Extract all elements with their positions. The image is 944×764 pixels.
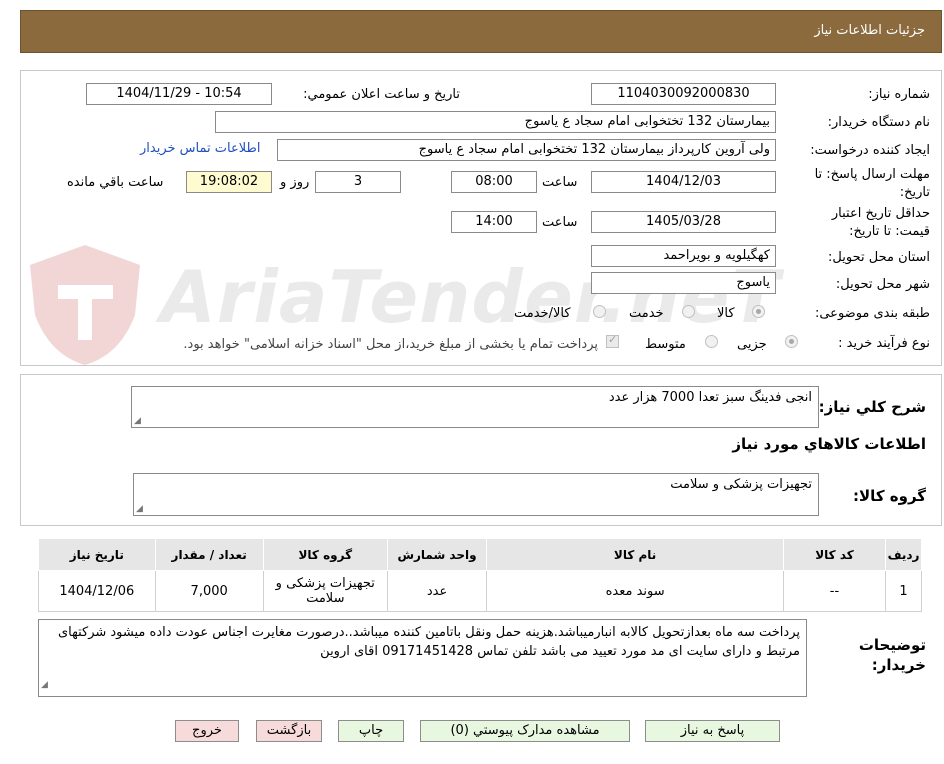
cell-quantity: 7,000 [154,570,264,612]
table-header-row: رديف کد کالا نام کالا واحد شمارش گروه کا… [38,538,922,571]
remaining-label: ساعت باقي مانده [67,175,164,190]
cell-name: سوند معده [486,570,784,612]
price-validity-label-text: حداقل تاريخ اعتبار قيمت: تا تاريخ: [831,206,930,239]
col-code: کد کالا [782,538,887,571]
radio-medium[interactable] [705,335,718,348]
radio-minor[interactable] [785,335,798,348]
notes-label-text: توضيحات خريدار: [858,636,926,674]
notes-textarea[interactable]: پرداخت سه ماه بعدازتحویل کالابه انبارمیب… [38,619,807,697]
announce-label: تاريخ و ساعت اعلان عمومي: [303,87,460,102]
col-name: نام کالا [486,538,784,571]
print-button[interactable]: چاپ [338,720,404,742]
requester-field[interactable]: ولی آروین کارپرداز بیمارستان 132 تختخواب… [277,139,776,161]
need-number-field[interactable]: 1104030092000830 [591,83,776,105]
summary-label: شرح کلي نياز: [818,398,926,416]
province-field[interactable]: کهگیلویه و بویراحمد [591,245,776,267]
price-validity-label: حداقل تاريخ اعتبار قيمت: تا تاريخ: [800,205,930,241]
days-label: روز و [280,175,310,190]
col-need-date: تاريخ نياز [38,538,156,571]
resize-grip-icon: ◢ [136,504,143,514]
price-validity-date-field[interactable]: 1405/03/28 [591,211,776,233]
price-validity-time-label: ساعت [542,215,578,230]
radio-goods-label: کالا [717,306,735,321]
items-heading: اطلاعات کالاهاي مورد نياز [732,435,926,453]
attachments-button[interactable]: مشاهده مدارک پيوستي (0) [420,720,630,742]
resize-grip-icon: ◢ [41,680,48,690]
page-header: جزئيات اطلاعات نياز [20,10,942,53]
category-label: طبقه بندی موضوعی: [814,306,930,321]
radio-service-label: خدمت [629,306,664,321]
cell-row: 1 [885,570,922,612]
buyer-org-label: نام دستگاه خريدار: [827,115,930,130]
radio-goods-service[interactable] [593,305,606,318]
items-table: رديف کد کالا نام کالا واحد شمارش گروه کا… [38,538,922,612]
reply-button[interactable]: پاسخ به نياز [645,720,780,742]
notes-label: توضيحات خريدار: [846,635,926,675]
group-textarea[interactable]: تجهیزات پزشکی و سلامت ◢ [133,473,819,516]
deadline-time-label: ساعت [542,175,578,190]
radio-service[interactable] [682,305,695,318]
deadline-date-field[interactable]: 1404/12/03 [591,171,776,193]
resize-grip-icon: ◢ [134,416,141,426]
group-label: گروه کالا: [853,487,926,505]
deadline-label: مهلت ارسال پاسخ: تا تاريخ: [800,166,930,202]
price-validity-time-field[interactable]: 14:00 [451,211,537,233]
cell-group: تجهیزات پزشکی و سلامت [262,570,388,612]
back-button[interactable]: بازگشت [256,720,322,742]
process-label: نوع فرآيند خريد : [838,336,930,351]
col-row: رديف [885,538,922,571]
payment-note: پرداخت تمام يا بخشی از مبلغ خريد،از محل … [183,337,598,352]
group-text: تجهیزات پزشکی و سلامت [670,477,812,492]
notes-text: پرداخت سه ماه بعدازتحویل کالابه انبارمیب… [57,625,800,659]
radio-minor-label: جزیی [737,337,767,352]
city-label: شهر محل تحويل: [835,277,930,292]
need-number-label: شماره نياز: [868,87,930,102]
radio-goods[interactable] [752,305,765,318]
cell-code: -- [782,570,887,612]
city-field[interactable]: یاسوج [591,272,776,294]
summary-textarea[interactable]: انجی فدینگ سبز تعدا 7000 هزار عدد ◢ [131,386,819,428]
page-title: جزئيات اطلاعات نياز [814,23,925,38]
deadline-label-text: مهلت ارسال پاسخ: تا تاريخ: [814,167,930,200]
col-group: گروه کالا [262,538,388,571]
col-quantity: تعداد / مقدار [154,538,264,571]
deadline-time-field[interactable]: 08:00 [451,171,537,193]
radio-medium-label: متوسط [645,337,686,352]
exit-button[interactable]: خروج [175,720,239,742]
table-row: 1 -- سوند معده عدد تجهیزات پزشکی و سلامت… [38,570,922,612]
radio-goods-service-label: کالا/خدمت [514,306,571,321]
treasury-checkbox[interactable] [606,333,619,348]
col-unit: واحد شمارش [386,538,488,571]
days-field[interactable]: 3 [315,171,401,193]
announce-field[interactable]: 1404/11/29 - 10:54 [86,83,272,105]
buyer-org-field[interactable]: بیمارستان 132 تختخوابی امام سجاد ع یاسوج [215,111,776,133]
province-label: استان محل تحويل: [828,250,930,265]
buyer-contact-link[interactable]: اطلاعات تماس خريدار [140,141,260,156]
remaining-time-field: 19:08:02 [186,171,272,193]
requester-label: ايجاد کننده درخواست: [810,143,930,158]
summary-text: انجی فدینگ سبز تعدا 7000 هزار عدد [608,390,812,405]
cell-unit: عدد [386,570,488,612]
cell-need-date: 1404/12/06 [38,570,156,612]
